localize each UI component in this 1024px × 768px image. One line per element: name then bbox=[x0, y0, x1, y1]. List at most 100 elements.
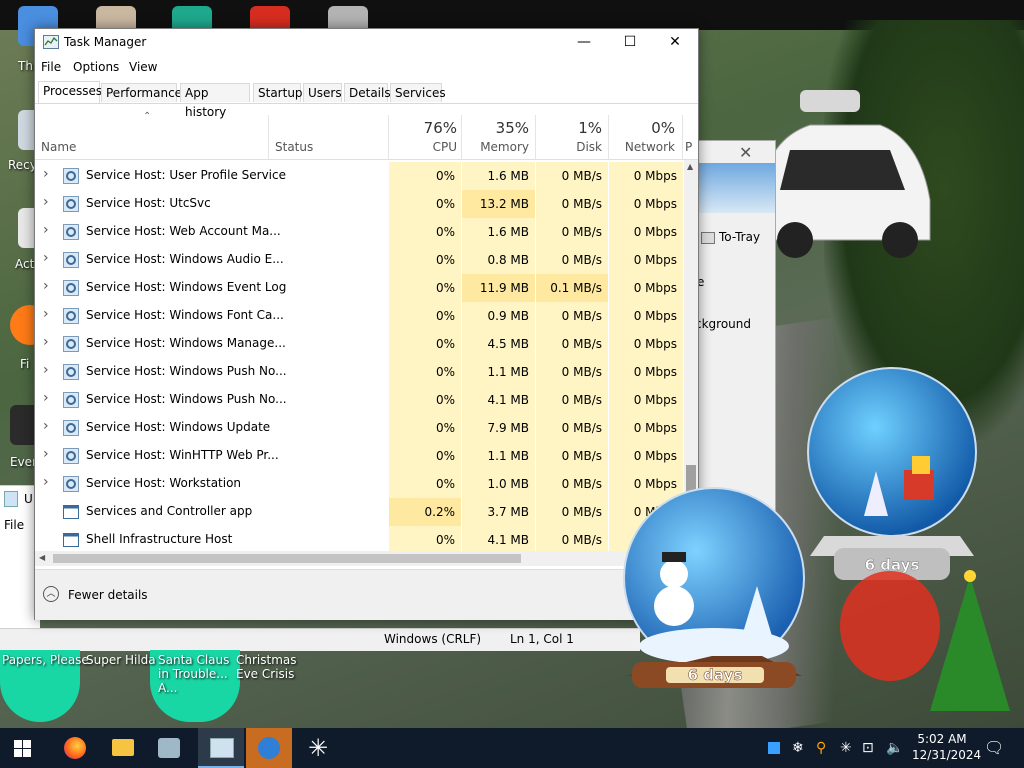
table-row[interactable]: › Service Host: User Profile Service 0% 1.6… bbox=[35, 162, 683, 190]
folder-icon bbox=[112, 739, 134, 756]
process-name: Service Host: User Profile Service bbox=[86, 168, 286, 182]
table-row[interactable]: › Service Host: Windows Event Log 0% 11.9 M… bbox=[35, 274, 683, 302]
table-row[interactable]: › Service Host: Windows Font Ca... 0% 0.9 M… bbox=[35, 302, 683, 330]
minimize-button[interactable]: — bbox=[561, 29, 607, 57]
taskbar-task-manager[interactable] bbox=[198, 728, 244, 768]
snow-globe-right[interactable]: 6 days bbox=[794, 366, 990, 586]
column-cpu-percent[interactable]: 76% bbox=[389, 119, 457, 137]
process-disk: 0 MB/s bbox=[536, 162, 608, 190]
scroll-left-icon[interactable]: ◀ bbox=[39, 553, 45, 562]
table-row[interactable]: › Service Host: UtcSvc 0% 13.2 MB 0 MB/s 0 Mb… bbox=[35, 190, 683, 218]
close-icon[interactable]: ✕ bbox=[739, 143, 752, 162]
table-row[interactable]: › Service Host: Windows Update 0% 7.9 MB 0 M… bbox=[35, 414, 683, 442]
tab-details[interactable]: Details bbox=[344, 83, 391, 102]
table-row[interactable]: Services and Controller app 0.2% 3.7 MB 0 M… bbox=[35, 498, 683, 526]
game-label-santa-claus[interactable]: Santa Claus in Trouble... A... bbox=[158, 653, 238, 695]
table-row[interactable]: › Service Host: WinHTTP Web Pr... 0% 1.1 MB… bbox=[35, 442, 683, 470]
process-disk: 0 MB/s bbox=[536, 442, 608, 470]
globe-left-label: 6 days bbox=[688, 666, 743, 684]
maximize-button[interactable]: ☐ bbox=[607, 29, 653, 57]
chevron-right-icon[interactable]: › bbox=[43, 334, 49, 350]
column-cpu[interactable]: CPU bbox=[389, 140, 457, 154]
network-icon[interactable]: ⊡ bbox=[862, 740, 874, 756]
horizontal-scrollbar[interactable]: ◀ bbox=[35, 551, 684, 566]
chevron-right-icon[interactable]: › bbox=[43, 306, 49, 322]
taskbar-app-5[interactable] bbox=[246, 728, 292, 768]
chevron-right-icon[interactable]: › bbox=[43, 474, 49, 490]
chevron-right-icon[interactable]: › bbox=[43, 446, 49, 462]
process-net: 0 Mbps bbox=[609, 414, 683, 442]
process-cpu: 0.2% bbox=[389, 498, 461, 526]
menu-view[interactable]: View bbox=[129, 60, 157, 74]
game-label-super-hilda[interactable]: Super Hilda bbox=[86, 653, 156, 667]
tray-app-icon[interactable] bbox=[768, 742, 780, 754]
game-label-christmas-eve-crisis[interactable]: Christmas Eve Crisis bbox=[236, 653, 316, 681]
column-memory-percent[interactable]: 35% bbox=[462, 119, 529, 137]
chevron-right-icon[interactable]: › bbox=[43, 418, 49, 434]
table-row[interactable]: › Service Host: Web Account Ma... 0% 1.6 MB… bbox=[35, 218, 683, 246]
tab-services[interactable]: Services bbox=[390, 83, 446, 102]
menu-file[interactable]: File bbox=[41, 60, 61, 74]
volume-muted-icon[interactable]: 🔈 bbox=[886, 740, 903, 756]
title-bar[interactable]: Task Manager — ☐ ✕ bbox=[35, 29, 698, 57]
process-mem: 0.9 MB bbox=[462, 302, 535, 330]
gear-icon bbox=[63, 168, 79, 184]
taskbar-app-3[interactable] bbox=[146, 728, 192, 768]
close-button[interactable]: ✕ bbox=[652, 29, 698, 57]
chevron-right-icon[interactable]: › bbox=[43, 166, 49, 182]
background-menu-file[interactable]: File bbox=[4, 518, 24, 532]
snowflake-icon: ✳ bbox=[308, 734, 329, 762]
column-network-percent[interactable]: 0% bbox=[609, 119, 675, 137]
sort-up-icon[interactable]: ⌃ bbox=[143, 111, 151, 122]
column-disk-percent[interactable]: 1% bbox=[536, 119, 602, 137]
process-cpu: 0% bbox=[389, 274, 461, 302]
tray-search-icon[interactable]: ⚲ bbox=[816, 740, 826, 756]
clock[interactable]: 5:02 AM 12/31/2024 bbox=[912, 731, 981, 763]
process-mem: 1.6 MB bbox=[462, 162, 535, 190]
chevron-right-icon[interactable]: › bbox=[43, 222, 49, 238]
horizontal-scroll-thumb[interactable] bbox=[53, 554, 521, 563]
to-tray-label[interactable]: To-Tray bbox=[719, 230, 760, 244]
notifications-icon[interactable]: 🗨 bbox=[984, 738, 1004, 757]
column-name[interactable]: Name bbox=[41, 140, 76, 154]
tray-snowflake-icon[interactable]: ✳ bbox=[840, 740, 852, 756]
chevron-right-icon[interactable]: › bbox=[43, 194, 49, 210]
process-disk: 0.1 MB/s bbox=[536, 274, 608, 302]
taskbar-firefox[interactable] bbox=[52, 728, 98, 768]
column-status[interactable]: Status bbox=[275, 140, 313, 154]
tab-processes[interactable]: Processes bbox=[38, 81, 102, 103]
menu-options[interactable]: Options bbox=[73, 60, 119, 74]
chevron-right-icon[interactable]: › bbox=[43, 362, 49, 378]
table-row[interactable]: › Service Host: Windows Push No... 0% 4.1 M… bbox=[35, 386, 683, 414]
column-disk[interactable]: Disk bbox=[536, 140, 602, 154]
table-row[interactable]: › Service Host: Windows Manage... 0% 4.5 MB… bbox=[35, 330, 683, 358]
column-network[interactable]: Network bbox=[609, 140, 675, 154]
tab-users[interactable]: Users bbox=[303, 83, 342, 102]
snow-globe-left[interactable]: 6 days bbox=[612, 486, 816, 700]
windows-logo-icon bbox=[14, 740, 31, 757]
tab-app-history[interactable]: App history bbox=[180, 83, 250, 119]
tray-app-icon-2[interactable]: ❄ bbox=[792, 740, 804, 756]
process-disk: 0 MB/s bbox=[536, 330, 608, 358]
taskbar-app-6[interactable]: ✳ bbox=[296, 728, 342, 768]
tab-startup[interactable]: Startup bbox=[253, 83, 303, 102]
table-row[interactable]: Shell Infrastructure Host0%4.1 MB0 MB/s0… bbox=[35, 526, 683, 551]
tab-performance[interactable]: Performance bbox=[101, 83, 182, 102]
taskbar-file-explorer[interactable] bbox=[100, 728, 146, 768]
column-power-partial[interactable]: P bbox=[685, 140, 695, 154]
chevron-right-icon[interactable]: › bbox=[43, 250, 49, 266]
game-label-papers-please[interactable]: Papers, Please bbox=[2, 653, 89, 667]
process-net: 0 Mbps bbox=[609, 190, 683, 218]
chevron-right-icon[interactable]: › bbox=[43, 278, 49, 294]
app-icon bbox=[258, 737, 280, 759]
table-row[interactable]: › Service Host: Windows Push No... 0% 1.1 M… bbox=[35, 358, 683, 386]
table-row[interactable]: › Service Host: Workstation 0% 1.0 MB 0 MB/s… bbox=[35, 470, 683, 498]
scroll-up-icon[interactable]: ▲ bbox=[687, 162, 693, 171]
fewer-details-link[interactable]: Fewer details bbox=[68, 588, 148, 602]
start-button[interactable] bbox=[0, 728, 46, 768]
column-memory[interactable]: Memory bbox=[462, 140, 529, 154]
process-list: › Service Host: User Profile Service 0% 1.6… bbox=[35, 160, 683, 551]
chevron-right-icon[interactable]: › bbox=[43, 390, 49, 406]
chevron-up-icon[interactable]: ︿ bbox=[43, 586, 59, 602]
table-row[interactable]: › Service Host: Windows Audio E... 0% 0.8 M… bbox=[35, 246, 683, 274]
